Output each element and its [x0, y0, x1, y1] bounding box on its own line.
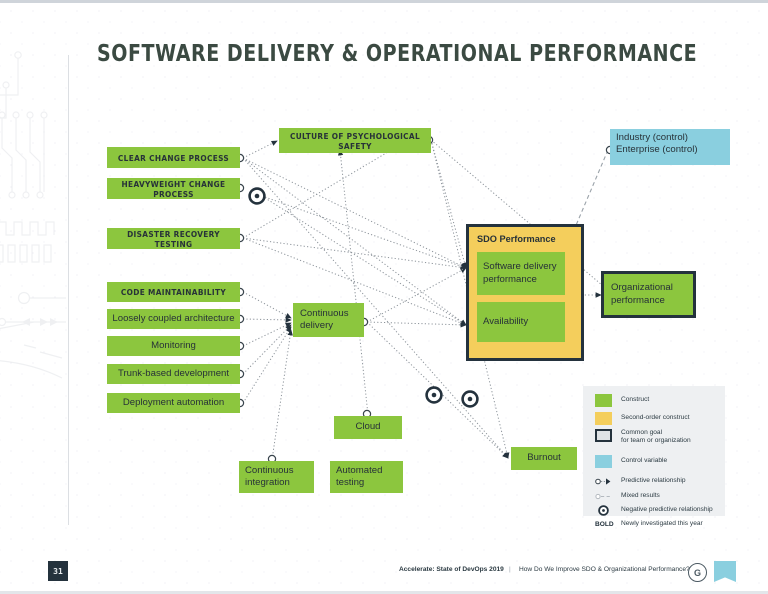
- legend-label: Common goal: [621, 429, 663, 436]
- node-label: Disaster recovery testing: [127, 228, 220, 249]
- node-label: Continuous delivery: [300, 307, 349, 331]
- node-label: Deployment automation: [122, 396, 225, 408]
- control-industry-label: Industry (control): [616, 132, 688, 143]
- legend-item-mixed-results: Mixed results: [595, 490, 660, 503]
- node-software-delivery-performance[interactable]: Software delivery performance: [477, 252, 565, 295]
- node-heavyweight-change-process[interactable]: Heavyweight change process: [107, 178, 240, 199]
- slide: SOFTWARE DELIVERY & OPERATIONAL PERFORMA…: [0, 0, 768, 594]
- ring-dot-icon: [598, 505, 609, 516]
- blue-swatch-icon: [595, 455, 612, 468]
- legend-label: Construct: [621, 396, 650, 404]
- node-label: Trunk-based development: [117, 367, 230, 379]
- node-label: Automated testing: [336, 464, 383, 488]
- framed-swatch-icon: [595, 429, 612, 442]
- footer-question: How Do We Improve SDO & Organizational P…: [519, 566, 690, 573]
- legend-label: Second-order construct: [621, 414, 690, 422]
- google-logo-icon: G: [688, 563, 707, 582]
- node-disaster-recovery-testing[interactable]: Disaster recovery testing: [107, 228, 240, 249]
- legend-item-negative-predictive-relationship: Negative predictive relationship: [595, 504, 713, 517]
- legend-label: Predictive relationship: [621, 477, 686, 485]
- legend-label: Control variable: [621, 457, 668, 465]
- node-culture-of-psychological-safety[interactable]: Culture of psychological safety: [279, 128, 431, 153]
- legend-item-construct: Construct: [595, 394, 649, 407]
- legend-item-newly-investigated: BOLD Newly investigated this year: [595, 520, 703, 528]
- legend-item-common-goal: Common goal for team or organization: [595, 429, 691, 445]
- legend-item-predictive-relationship: Predictive relationship: [595, 475, 686, 488]
- node-sdo-performance[interactable]: SDO Performance Software delivery perfor…: [466, 224, 584, 361]
- node-continuous-integration[interactable]: Continuous integration: [239, 461, 314, 493]
- node-control-variables[interactable]: Industry (control) Enterprise (control): [610, 129, 730, 165]
- node-label: Continuous integration: [245, 464, 294, 488]
- control-enterprise-label: Enterprise (control): [616, 144, 698, 156]
- legend: Construct Second-order construct Common …: [583, 386, 725, 528]
- node-continuous-delivery[interactable]: Continuous delivery: [293, 303, 364, 337]
- sdo-performance-heading: SDO Performance: [477, 234, 556, 244]
- node-availability[interactable]: Availability: [477, 302, 565, 342]
- node-trunk-based-development[interactable]: Trunk-based development: [107, 364, 240, 384]
- yellow-swatch-icon: [595, 412, 612, 425]
- node-label: Code maintainability: [120, 287, 227, 297]
- node-label: Cloud: [355, 421, 381, 433]
- node-label: Culture of psychological safety: [289, 130, 421, 151]
- dotted-arrow-icon: [595, 478, 611, 485]
- dashed-line-icon: [595, 493, 610, 500]
- node-label: Burnout: [527, 452, 561, 464]
- legend-label: Negative predictive relationship: [621, 506, 713, 514]
- node-code-maintainability[interactable]: Code maintainability: [107, 282, 240, 302]
- node-label: Clear change process: [117, 152, 230, 163]
- bold-key-label: BOLD: [595, 520, 614, 528]
- node-loosely-coupled-architecture[interactable]: Loosely coupled architecture: [107, 309, 240, 329]
- page-number-badge: 31: [48, 561, 68, 581]
- legend-label: Mixed results: [621, 492, 660, 500]
- legend-label: Newly investigated this year: [621, 520, 703, 527]
- node-organizational-performance[interactable]: Organizational performance: [601, 271, 696, 318]
- node-cloud[interactable]: Cloud: [334, 416, 402, 439]
- node-monitoring[interactable]: Monitoring: [107, 336, 240, 356]
- node-clear-change-process[interactable]: Clear change process: [107, 147, 240, 168]
- legend-label-2: for team or organization: [621, 437, 691, 445]
- node-label: Organizational performance: [611, 282, 673, 306]
- legend-item-control-variable: Control variable: [595, 455, 667, 468]
- node-automated-testing[interactable]: Automated testing: [330, 461, 403, 493]
- node-deployment-automation[interactable]: Deployment automation: [107, 393, 240, 413]
- node-label: Software delivery performance: [483, 261, 557, 285]
- footer-report-title: Accelerate: State of DevOps 2019: [399, 566, 504, 573]
- node-burnout[interactable]: Burnout: [511, 447, 577, 470]
- page-title: SOFTWARE DELIVERY & OPERATIONAL PERFORMA…: [97, 41, 698, 67]
- green-swatch-icon: [595, 394, 612, 407]
- node-label: Availability: [483, 315, 529, 327]
- node-label: Heavyweight change process: [121, 178, 226, 199]
- footer-separator: |: [509, 566, 511, 573]
- node-label: Loosely coupled architecture: [112, 312, 235, 324]
- node-label: Monitoring: [151, 339, 196, 351]
- legend-item-second-order-construct: Second-order construct: [595, 412, 690, 425]
